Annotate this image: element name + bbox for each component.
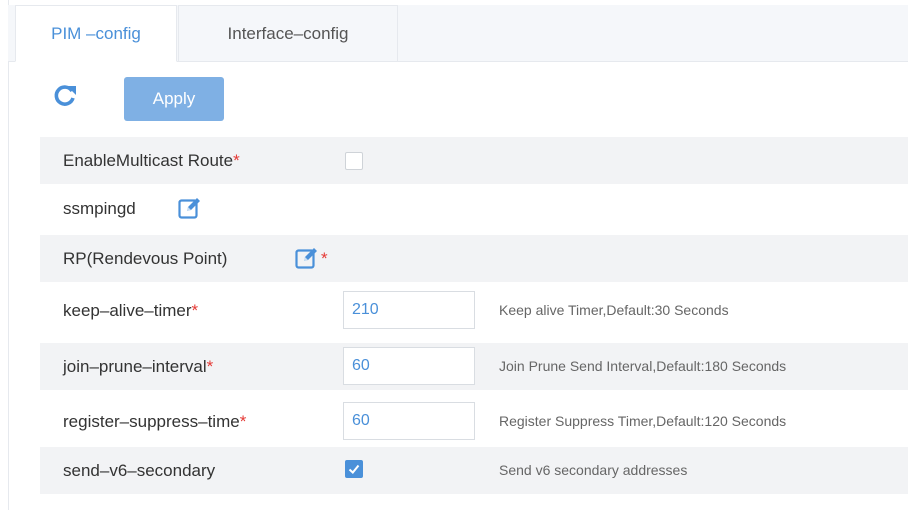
row-send-v6-secondary: send–v6–secondary Send v6 secondary addr… bbox=[40, 447, 908, 494]
keep-alive-timer-label: keep–alive–timer bbox=[63, 301, 192, 320]
required-star: * bbox=[206, 357, 214, 376]
row-label: register–suppress–time* bbox=[63, 398, 246, 445]
row-label: RP(Rendevous Point) bbox=[63, 235, 227, 282]
row-label: EnableMulticast Route* bbox=[63, 137, 240, 184]
ssmpingd-label: ssmpingd bbox=[63, 199, 136, 218]
enable-multicast-route-label: EnableMulticast Route bbox=[63, 151, 234, 170]
register-suppress-time-label: register–suppress–time bbox=[63, 412, 240, 431]
send-v6-secondary-hint: Send v6 secondary addresses bbox=[499, 462, 688, 478]
refresh-icon[interactable] bbox=[52, 82, 78, 108]
row-label: ssmpingd bbox=[63, 185, 136, 232]
row-label: keep–alive–timer* bbox=[63, 287, 198, 334]
enable-multicast-route-checkbox[interactable] bbox=[345, 152, 363, 170]
required-star: * bbox=[191, 301, 199, 320]
keep-alive-timer-hint: Keep alive Timer,Default:30 Seconds bbox=[499, 302, 729, 318]
register-suppress-time-hint: Register Suppress Timer,Default:120 Seco… bbox=[499, 413, 787, 429]
join-prune-interval-hint: Join Prune Send Interval,Default:180 Sec… bbox=[499, 358, 787, 374]
checkmark-icon bbox=[348, 464, 360, 474]
join-prune-interval-label: join–prune–interval bbox=[63, 357, 207, 376]
row-label: join–prune–interval* bbox=[63, 343, 213, 390]
row-register-suppress-time: register–suppress–time* Register Suppres… bbox=[40, 398, 908, 445]
required-star: * bbox=[321, 249, 328, 268]
keep-alive-timer-input[interactable] bbox=[343, 291, 475, 329]
send-v6-secondary-label: send–v6–secondary bbox=[63, 461, 216, 480]
row-ssmpingd: ssmpingd bbox=[40, 185, 908, 232]
apply-button[interactable]: Apply bbox=[124, 77, 224, 121]
send-v6-secondary-checkbox[interactable] bbox=[345, 460, 363, 478]
row-keep-alive-timer: keep–alive–timer* Keep alive Timer,Defau… bbox=[40, 287, 908, 334]
row-join-prune-interval: join–prune–interval* Join Prune Send Int… bbox=[40, 343, 908, 390]
ssmpingd-edit-icon[interactable] bbox=[178, 196, 202, 220]
row-rp: RP(Rendevous Point) * bbox=[40, 235, 908, 282]
join-prune-interval-input[interactable] bbox=[343, 347, 475, 385]
row-enable-multicast-route: EnableMulticast Route* bbox=[40, 137, 908, 184]
rp-edit-icon[interactable] bbox=[295, 246, 319, 270]
tab-interface-config[interactable]: Interface–config bbox=[178, 5, 398, 61]
register-suppress-time-input[interactable] bbox=[343, 402, 475, 440]
row-label: send–v6–secondary bbox=[63, 447, 215, 494]
tab-pim-config[interactable]: PIM –config bbox=[15, 5, 177, 62]
required-star: * bbox=[233, 151, 240, 170]
tab-bar: PIM –config Interface–config bbox=[8, 5, 908, 62]
rp-label: RP(Rendevous Point) bbox=[63, 249, 228, 268]
required-star: * bbox=[239, 412, 247, 431]
